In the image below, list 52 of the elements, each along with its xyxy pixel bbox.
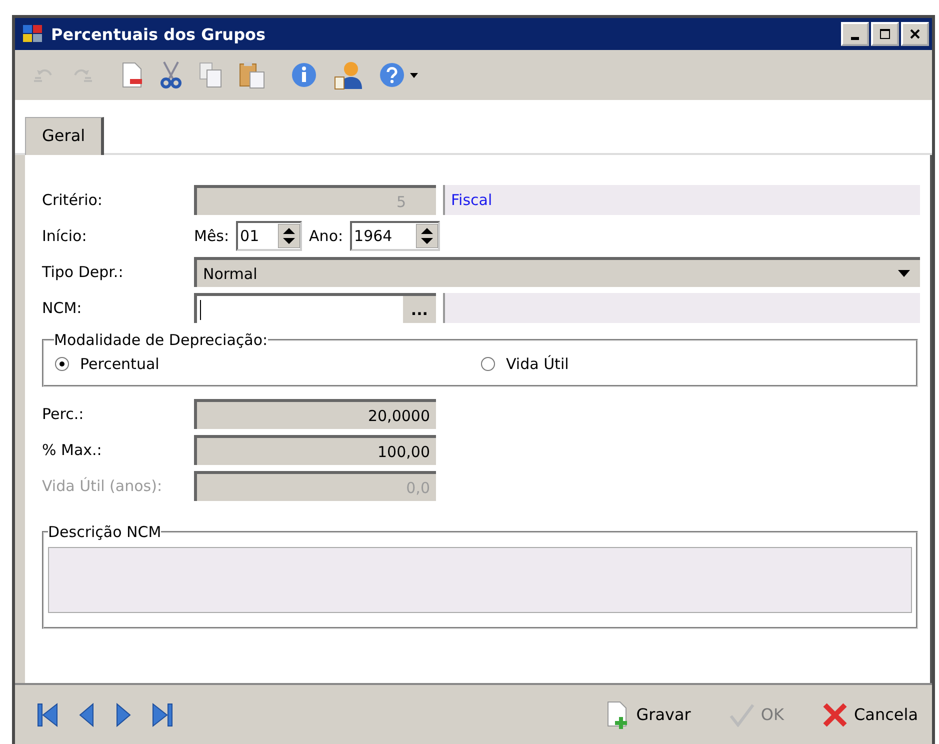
cancel-button[interactable]: Cancela [818,700,922,728]
scissors-icon [159,61,183,89]
close-button[interactable] [901,22,929,46]
cancel-icon [822,702,848,728]
field-label: Ano: [309,227,344,245]
description-field: Fiscal [443,185,920,215]
next-record-button[interactable] [115,702,131,728]
help-icon [379,62,419,88]
month-spinner[interactable]: 01 [236,221,302,251]
number-field[interactable]: 20,0000 [194,399,436,429]
clipboard-icon [239,61,265,89]
field-label: NCM: [42,299,83,317]
browse-button[interactable]: ... [402,296,436,323]
window-title: Percentuais dos Grupos [51,24,267,44]
first-record-button[interactable] [37,702,59,728]
group-title: Modalidade de Depreciação: [54,331,268,349]
maximize-button[interactable] [871,22,899,46]
spin-arrows-icon [278,224,300,248]
app-icon [23,25,43,43]
next-icon [115,702,131,728]
number-field[interactable]: 100,00 [194,435,436,465]
dropdown-caret-icon [898,270,910,278]
skip-first-icon [37,702,59,728]
type-dropdown[interactable]: Normal [194,257,920,287]
ncm-field[interactable]: ... [194,293,436,323]
document-minus-icon [121,62,143,88]
save-button[interactable]: Gravar [602,700,695,728]
skip-last-icon [151,702,173,728]
minimize-icon [851,36,859,40]
prev-record-button[interactable] [79,702,95,728]
minimize-button[interactable] [841,22,869,46]
tab[interactable]: Geral [25,117,104,155]
close-icon [909,28,921,40]
maximize-icon [879,28,891,40]
field-label: Tipo Depr.: [42,263,124,281]
field-label: Vida Útil (anos): [42,477,163,495]
copy-icon [199,62,223,88]
last-record-button[interactable] [151,702,173,728]
group-title: Descrição NCM [48,523,162,541]
radio-option[interactable]: Percentual [54,355,480,373]
person-clipboard-icon [333,60,363,90]
field-label: % Max.: [42,441,103,459]
field-label: Início: [42,227,88,245]
info-icon [291,62,317,88]
field-label: Perc.: [42,405,85,423]
checkmark-icon [728,702,755,726]
field-label: Mês: [194,227,230,245]
spin-arrows-icon [416,224,438,248]
year-spinner[interactable]: 1964 [350,221,440,251]
field-label: Critério: [42,191,104,209]
radio-option[interactable]: Vida Útil [480,355,906,373]
previous-icon [79,702,95,728]
